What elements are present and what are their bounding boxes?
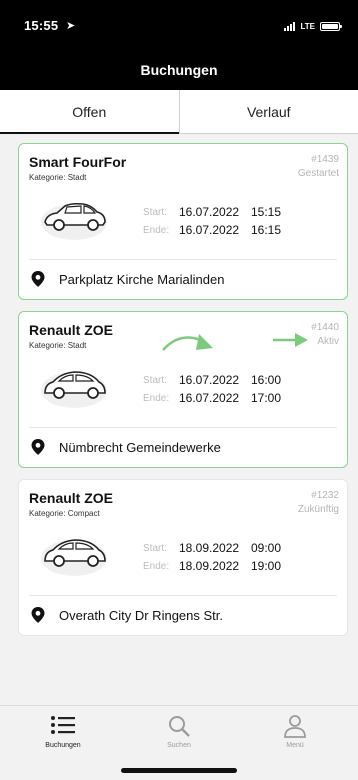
signal-icon — [284, 21, 296, 31]
location-text: Parkplatz Kirche Marialinden — [59, 271, 225, 287]
nav-suchen[interactable]: Suchen — [139, 714, 219, 749]
booking-state: Aktiv — [317, 336, 339, 347]
network-label: LTE — [300, 21, 315, 31]
card-divider — [29, 259, 337, 260]
end-time: 19:00 — [251, 559, 282, 573]
end-time: 16:15 — [251, 223, 282, 237]
user-icon — [255, 714, 335, 738]
booking-card[interactable]: Smart FourFor Kategorie: Stadt #1439 Ges… — [18, 143, 348, 300]
nav-label: Suchen — [167, 742, 191, 749]
end-time: 17:00 — [251, 391, 282, 405]
booking-id: #1440 — [311, 322, 339, 333]
booking-state: Zukünftig — [297, 504, 339, 515]
car-name: Renault ZOE — [29, 322, 114, 338]
start-time: 16:00 — [251, 373, 282, 387]
nav-buchungen[interactable]: Buchungen — [23, 714, 103, 749]
end-date: 16.07.2022 — [179, 391, 240, 405]
start-label: Start: — [143, 542, 167, 554]
location-pin-icon — [31, 607, 45, 623]
location-pin-icon — [31, 439, 45, 455]
list-icon — [23, 714, 103, 738]
start-date: 18.09.2022 — [179, 541, 240, 555]
right-arrow-icon — [273, 333, 308, 347]
search-icon — [139, 714, 219, 738]
booking-location: Parkplatz Kirche Marialinden — [31, 271, 224, 287]
booking-times: Start: 18.09.2022 09:00 Ende: 18.09.2022… — [143, 539, 281, 575]
end-label: Ende: — [143, 392, 170, 404]
card-divider — [29, 427, 337, 428]
end-label: Ende: — [143, 560, 170, 572]
car-name: Renault ZOE — [29, 490, 114, 506]
booking-state: Gestartet — [297, 168, 339, 179]
start-time: 09:00 — [251, 541, 282, 555]
location-pin-icon — [31, 271, 45, 287]
nav-menu[interactable]: Menü — [255, 714, 335, 749]
booking-location: Overath City Dr Ringens Str. — [31, 607, 223, 623]
home-indicator[interactable] — [121, 768, 237, 773]
tab-offen[interactable]: Offen — [0, 90, 179, 134]
car-name: Smart FourFor — [29, 154, 127, 170]
booking-id: #1439 — [311, 154, 339, 165]
booking-times: Start: 16.07.2022 15:15 Ende: 16.07.2022… — [143, 203, 281, 239]
header-bar: 15:55 ➤ LTE Buchungen — [0, 0, 358, 90]
car-category: Kategorie: Stadt — [29, 173, 87, 182]
location-text: Overath City Dr Ringens Str. — [59, 607, 223, 623]
location-text: Nümbrecht Gemeindewerke — [59, 439, 221, 455]
location-arrow-icon: ➤ — [66, 20, 76, 32]
booking-times: Start: 16.07.2022 16:00 Ende: 16.07.2022… — [143, 371, 281, 407]
curved-arrow-icon — [162, 334, 213, 351]
start-label: Start: — [143, 374, 167, 386]
booking-card[interactable]: Renault ZOE Kategorie: Stadt #1440 Aktiv… — [18, 311, 348, 468]
booking-card[interactable]: Renault ZOE Kategorie: Compact #1232 Zuk… — [18, 479, 348, 636]
end-date: 16.07.2022 — [179, 223, 240, 237]
card-divider — [29, 595, 337, 596]
tab-bar: Offen Verlauf — [0, 90, 358, 134]
booking-location: Nümbrecht Gemeindewerke — [31, 439, 221, 455]
start-time: 15:15 — [251, 205, 282, 219]
car-category: Kategorie: Compact — [29, 509, 100, 518]
car-icon — [41, 202, 107, 240]
car-category: Kategorie: Stadt — [29, 341, 87, 350]
car-icon — [41, 371, 107, 408]
tab-verlauf[interactable]: Verlauf — [178, 90, 358, 133]
status-right: LTE — [284, 21, 342, 31]
status-time: 15:55 — [24, 18, 59, 33]
nav-label: Menü — [286, 742, 304, 749]
start-date: 16.07.2022 — [179, 373, 240, 387]
status-bar: 15:55 ➤ LTE — [0, 18, 358, 38]
end-date: 18.09.2022 — [179, 559, 240, 573]
nav-label: Buchungen — [45, 742, 81, 749]
page-title: Buchungen — [140, 62, 218, 78]
booking-id: #1232 — [311, 490, 339, 501]
battery-icon — [320, 21, 342, 31]
car-icon — [41, 539, 107, 576]
app-root: 15:55 ➤ LTE Buchungen Offen Verlauf Smar… — [0, 0, 358, 780]
start-date: 16.07.2022 — [179, 205, 240, 219]
end-label: Ende: — [143, 224, 170, 236]
start-label: Start: — [143, 206, 167, 218]
